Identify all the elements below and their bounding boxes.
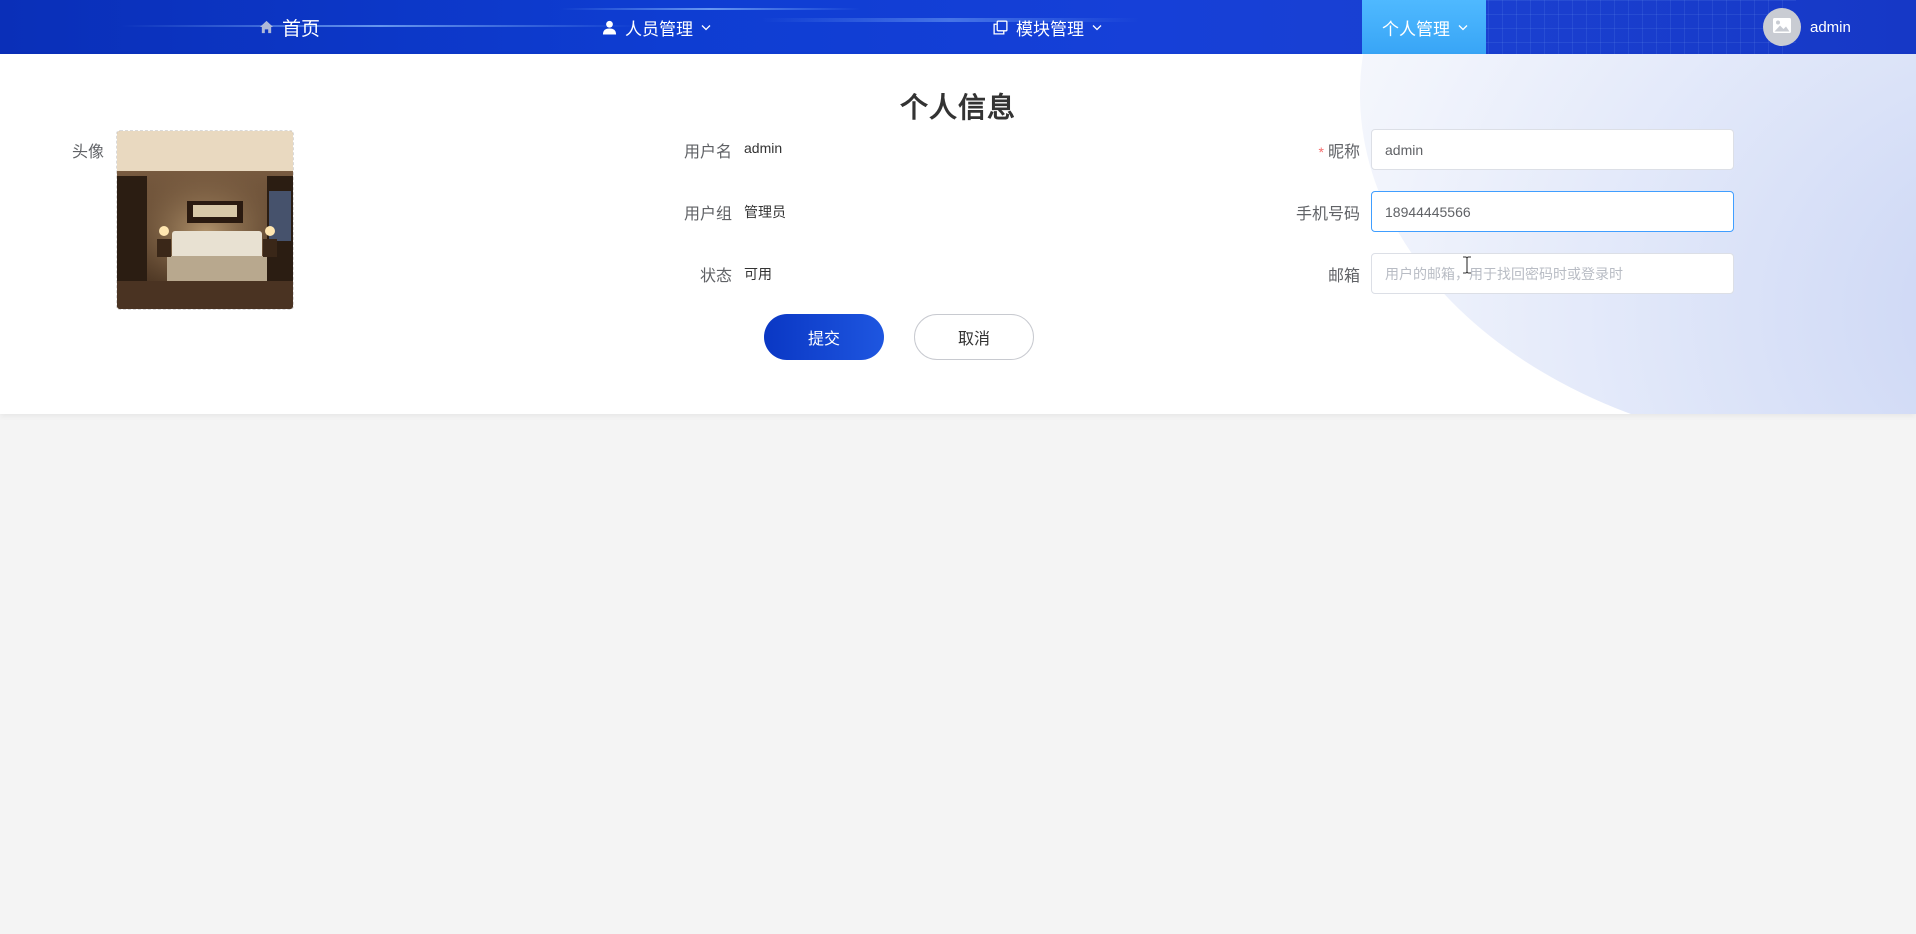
phone-label: 手机号码	[1295, 206, 1360, 223]
user-group-label: 用户组	[683, 206, 732, 223]
home-icon	[259, 20, 274, 34]
nav-modules-menu[interactable]: 模块管理	[993, 0, 1102, 54]
username-value: admin	[744, 140, 783, 156]
avatar	[1763, 8, 1801, 46]
image-icon	[1772, 17, 1792, 38]
text-cursor-icon	[1463, 256, 1471, 274]
email-input[interactable]	[1371, 253, 1734, 294]
user-icon	[602, 20, 617, 35]
avatar-uploader[interactable]	[116, 130, 294, 310]
nav-personal-menu[interactable]: 个人管理	[1362, 0, 1486, 54]
nickname-input[interactable]	[1371, 129, 1734, 170]
copy-icon	[993, 19, 1008, 35]
chevron-down-icon	[701, 24, 711, 31]
nav-home[interactable]: 首页	[259, 0, 320, 54]
email-label: 邮箱	[1327, 268, 1360, 285]
cancel-button[interactable]: 取消	[914, 314, 1034, 360]
user-menu[interactable]: admin	[1763, 7, 1851, 47]
status-label: 状态	[699, 268, 732, 285]
nav-decoration-line	[120, 25, 640, 27]
top-navigation: 首页 人员管理 模块管理 个人管理 admin	[0, 0, 1916, 54]
profile-card: 个人信息 头像 用户名 admin 用户组 管理员 状态 可用 * 昵称 adm…	[0, 54, 1916, 414]
chevron-down-icon	[1092, 24, 1102, 31]
nav-personal-label: 个人管理	[1382, 19, 1450, 39]
avatar-label: 头像	[71, 144, 104, 161]
nav-home-label: 首页	[282, 18, 321, 40]
phone-input[interactable]	[1371, 191, 1734, 232]
user-group-value: 管理员	[744, 204, 786, 220]
nav-modules-label: 模块管理	[1016, 19, 1084, 39]
nickname-label-text: 昵称	[1327, 144, 1360, 161]
required-mark: *	[1318, 144, 1324, 160]
nickname-label: * 昵称	[1260, 138, 1360, 162]
status-value: 可用	[744, 266, 772, 282]
nav-users-menu[interactable]: 人员管理	[602, 0, 711, 54]
nav-users-label: 人员管理	[625, 19, 693, 39]
page-title: 个人信息	[899, 92, 1016, 123]
username-label: 用户名	[683, 144, 732, 161]
username-display: admin	[1810, 18, 1851, 36]
submit-button[interactable]: 提交	[764, 314, 884, 360]
avatar-photo	[117, 131, 293, 309]
chevron-down-icon	[1458, 24, 1468, 31]
